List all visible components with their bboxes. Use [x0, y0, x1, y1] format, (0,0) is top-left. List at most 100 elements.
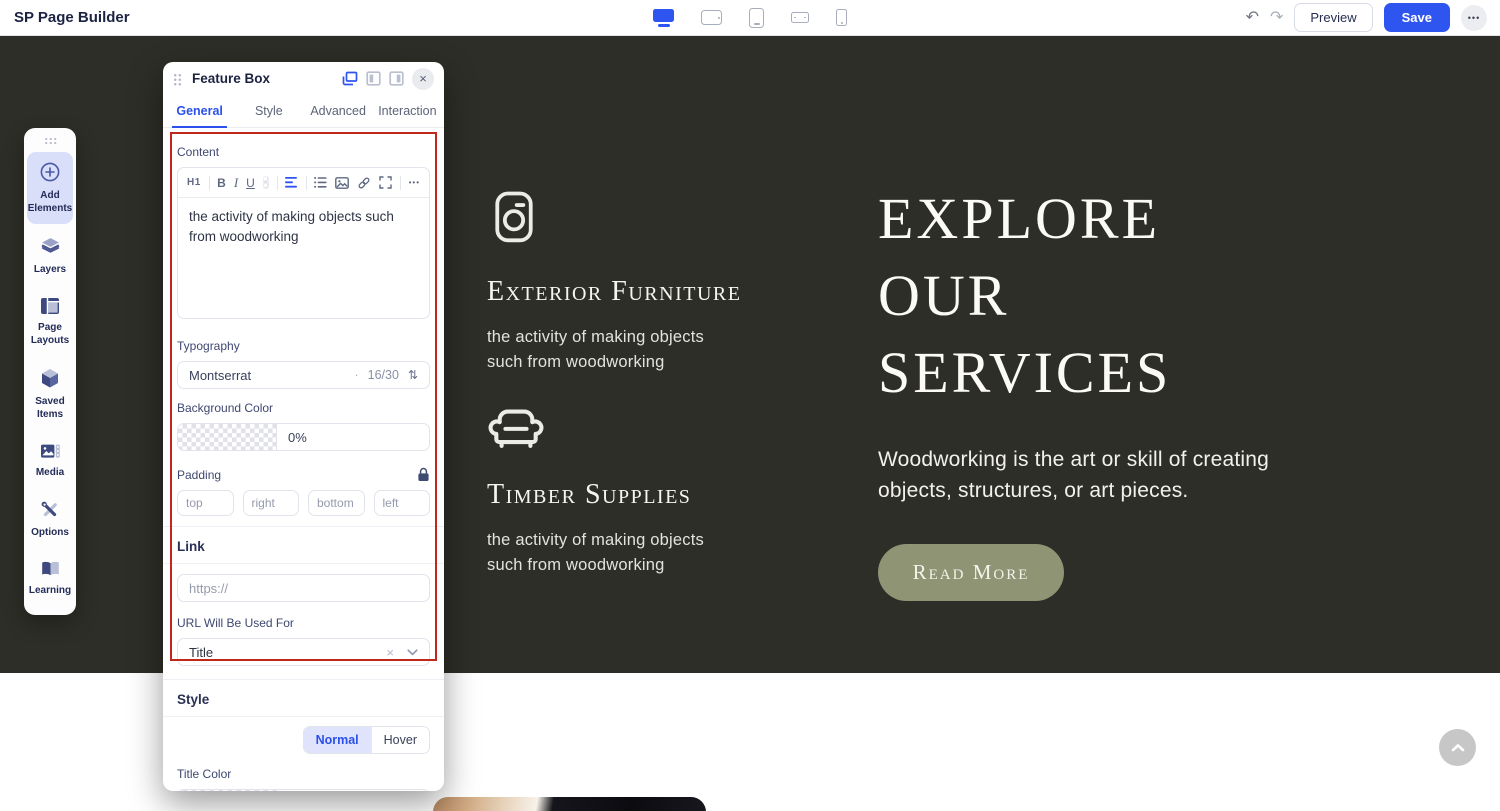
- tab-interaction[interactable]: Interaction: [373, 95, 442, 127]
- title-color-swatch[interactable]: [178, 790, 277, 791]
- app-title: SP Page Builder: [14, 9, 130, 26]
- preview-button[interactable]: Preview: [1294, 3, 1372, 32]
- sidebar-item-label: Options: [31, 526, 69, 539]
- background-color-label: Background Color: [177, 401, 430, 415]
- dot-separator: ·: [354, 368, 358, 382]
- tab-style[interactable]: Style: [234, 95, 303, 127]
- sidebar-item-media[interactable]: Media: [27, 433, 73, 488]
- panel-body: Content H1 B I U: [163, 128, 444, 791]
- padding-bottom-input[interactable]: [308, 490, 365, 516]
- style-section-heading: Style: [177, 692, 430, 707]
- typography-field[interactable]: Montserrat · 16/30 ⇅: [177, 361, 430, 389]
- text-color-swatch[interactable]: [263, 176, 269, 189]
- tab-general[interactable]: General: [165, 95, 234, 127]
- floating-mode-icon[interactable]: [342, 71, 358, 86]
- italic-button[interactable]: I: [234, 176, 238, 189]
- background-color-field: 0%: [177, 423, 430, 451]
- tab-advanced[interactable]: Advanced: [304, 95, 373, 127]
- padding-left-input[interactable]: [374, 490, 431, 516]
- typography-font-value: Montserrat: [189, 368, 251, 383]
- padding-top-input[interactable]: [177, 490, 234, 516]
- image-icon: [40, 442, 61, 460]
- padding-inputs: [177, 490, 430, 516]
- state-hover-button[interactable]: Hover: [371, 727, 429, 753]
- content-label: Content: [177, 145, 430, 159]
- sp-page-builder-app: SP Page Builder ↶ ↷ Preview Save •••: [0, 0, 1500, 811]
- padding-right-input[interactable]: [243, 490, 300, 516]
- size-toggle-icon[interactable]: ⇅: [408, 368, 418, 382]
- bold-button[interactable]: B: [217, 177, 226, 189]
- topbar-actions: ↶ ↷ Preview Save •••: [1246, 3, 1487, 32]
- expand-button[interactable]: [379, 176, 392, 189]
- panel-tabs: General Style Advanced Interaction: [163, 95, 444, 128]
- hero-heading-line: OUR: [878, 257, 1358, 334]
- sidebar-item-page-layouts[interactable]: Page Layouts: [27, 288, 73, 356]
- sidebar-item-saved-items[interactable]: Saved Items: [27, 359, 73, 430]
- device-tablet-landscape-icon[interactable]: [701, 10, 722, 25]
- device-phone-landscape-icon[interactable]: [791, 12, 809, 23]
- sidebar-item-options[interactable]: Options: [27, 491, 73, 548]
- chevron-down-icon[interactable]: [407, 649, 418, 656]
- title-color-value[interactable]: 0%: [277, 790, 429, 791]
- lock-icon[interactable]: [417, 467, 430, 482]
- save-button[interactable]: Save: [1384, 3, 1450, 32]
- list-button[interactable]: [314, 177, 327, 188]
- sidebar-item-layers[interactable]: Layers: [27, 227, 73, 285]
- typography-label: Typography: [177, 339, 430, 353]
- builder-sidebar: Add Elements Layers Page Layouts: [24, 128, 76, 615]
- sidebar-item-learning[interactable]: Learning: [27, 551, 73, 606]
- book-icon: [40, 560, 61, 578]
- align-button[interactable]: [285, 177, 298, 188]
- wardrobe-icon: [487, 189, 541, 247]
- chevron-up-icon: [1451, 743, 1465, 752]
- close-icon[interactable]: ×: [412, 68, 434, 90]
- sofa-icon: [487, 402, 545, 450]
- title-color-label: Title Color: [177, 767, 430, 781]
- hero-heading-line: EXPLORE: [878, 180, 1358, 257]
- insert-image-button[interactable]: [335, 177, 349, 189]
- panel-drag-handle-icon[interactable]: [173, 73, 182, 86]
- content-text-area[interactable]: the activity of making objects such from…: [178, 198, 429, 318]
- panel-window-controls: ×: [342, 68, 434, 90]
- undo-icon[interactable]: ↶: [1246, 10, 1259, 26]
- read-more-button[interactable]: Read More: [878, 544, 1064, 601]
- underline-button[interactable]: U: [246, 177, 255, 189]
- sidebar-item-label: Page Layouts: [28, 321, 72, 347]
- feature-title: Exterior Furniture: [487, 276, 767, 308]
- hero-section: EXPLORE OUR SERVICES Woodworking is the …: [878, 180, 1358, 601]
- dock-right-icon[interactable]: [389, 71, 404, 86]
- layout-icon: [40, 297, 60, 315]
- device-switcher: [653, 8, 847, 28]
- sidebar-drag-handle-icon[interactable]: [44, 137, 57, 145]
- editor-more-icon[interactable]: •••: [409, 179, 420, 187]
- padding-label: Padding: [177, 468, 221, 482]
- redo-icon[interactable]: ↷: [1270, 10, 1283, 26]
- link-section-heading: Link: [177, 539, 430, 554]
- cube-icon: [40, 368, 60, 389]
- sidebar-item-add-elements[interactable]: Add Elements: [27, 152, 73, 224]
- background-color-value[interactable]: 0%: [277, 424, 429, 450]
- dock-left-icon[interactable]: [366, 71, 381, 86]
- sidebar-item-label: Layers: [34, 263, 66, 276]
- url-used-for-select[interactable]: Title ×: [177, 638, 430, 666]
- link-url-input[interactable]: [177, 574, 430, 602]
- state-toggle: Normal Hover: [303, 726, 430, 754]
- content-editor: H1 B I U: [177, 167, 430, 319]
- editor-toolbar: H1 B I U: [178, 168, 429, 198]
- tools-icon: [40, 500, 60, 520]
- background-color-swatch[interactable]: [178, 424, 277, 450]
- device-desktop-icon[interactable]: [653, 9, 674, 27]
- feature-box-timber-supplies[interactable]: Timber Supplies the activity of making o…: [487, 402, 767, 578]
- device-phone-portrait-icon[interactable]: [836, 9, 847, 26]
- plus-circle-icon: [39, 161, 61, 183]
- feature-box-exterior-furniture[interactable]: Exterior Furniture the activity of makin…: [487, 189, 767, 375]
- feature-description: the activity of making objects such from…: [487, 528, 737, 578]
- clear-selection-icon[interactable]: ×: [386, 645, 394, 660]
- more-options-button[interactable]: •••: [1461, 5, 1487, 31]
- state-normal-button[interactable]: Normal: [304, 727, 371, 753]
- link-button[interactable]: [357, 176, 371, 190]
- heading-format-button[interactable]: H1: [187, 178, 201, 188]
- phone-in-hand-image: [433, 797, 706, 811]
- device-tablet-portrait-icon[interactable]: [749, 8, 764, 28]
- scroll-to-top-button[interactable]: [1439, 729, 1476, 766]
